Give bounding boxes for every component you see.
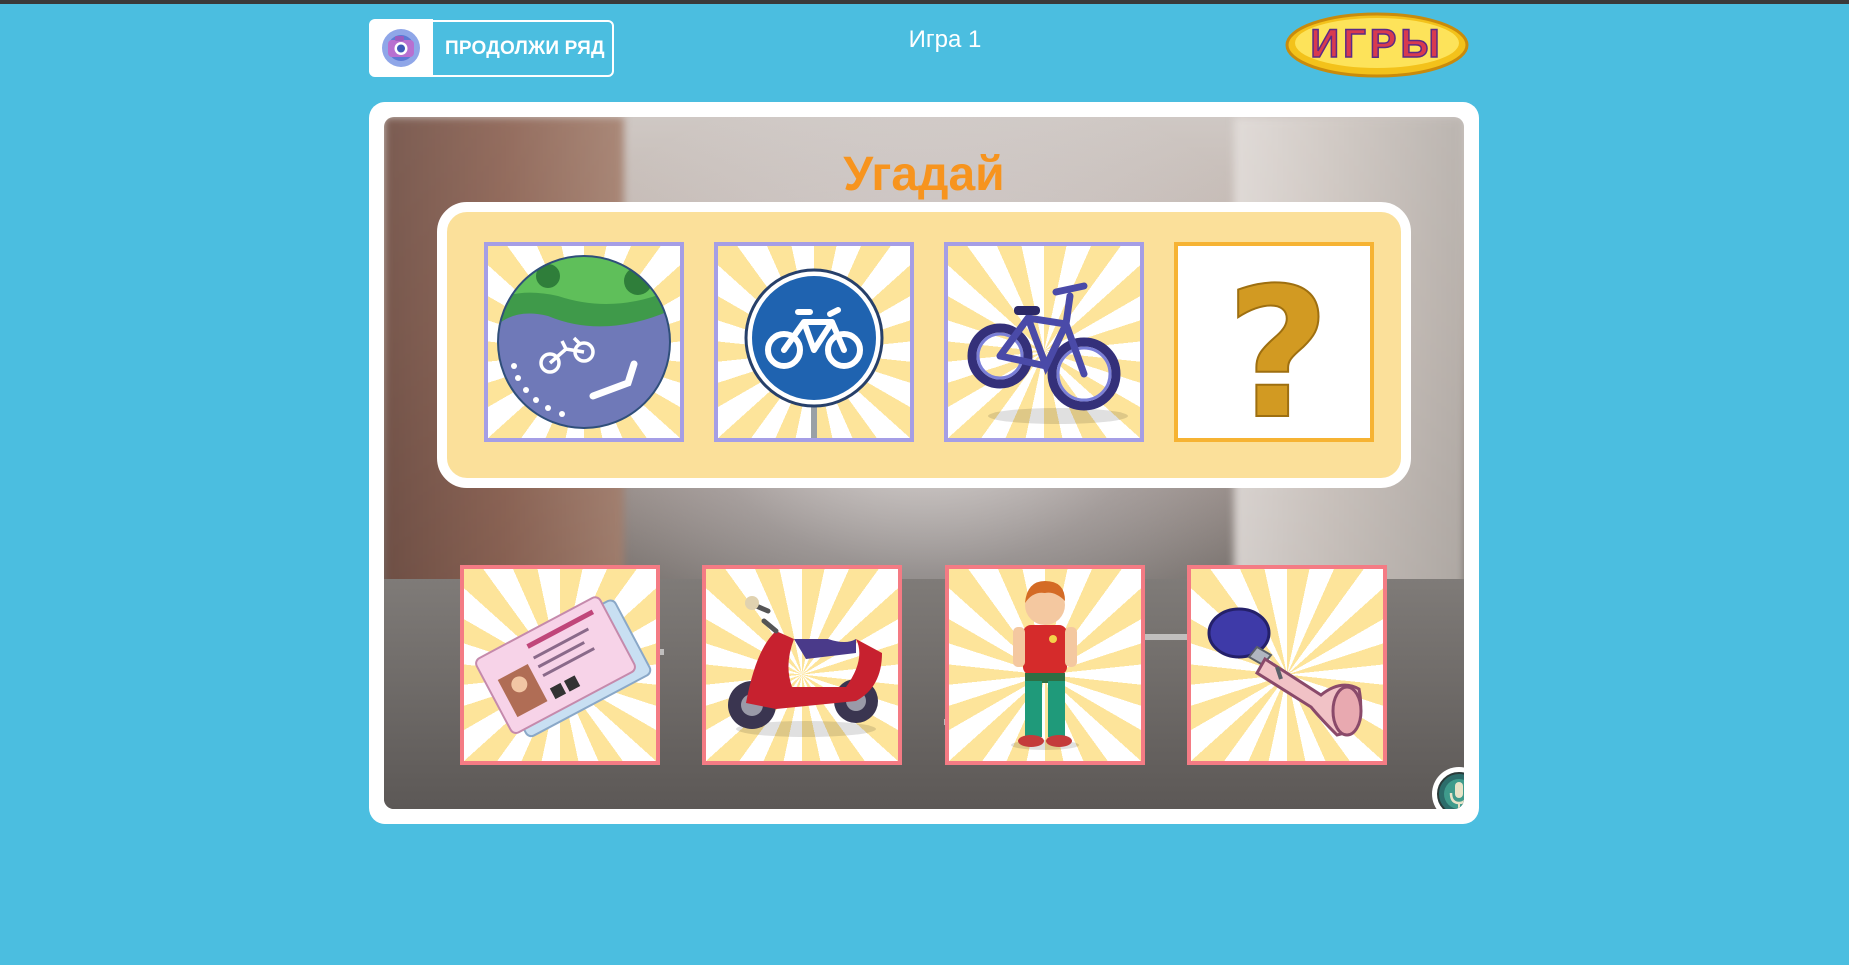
- option-card-scooter[interactable]: [702, 565, 902, 765]
- game-board: Угадай ?: [369, 102, 1479, 824]
- driver-license-image: [475, 596, 652, 738]
- games-logo[interactable]: ИГРЫ: [1285, 12, 1470, 78]
- game-icon-box: [369, 19, 433, 76]
- bike-lane-image: [497, 255, 671, 429]
- game-number-title: Игра 1: [908, 26, 982, 53]
- street-scene-background: Угадай ?: [384, 117, 1464, 809]
- logo-text: ИГРЫ: [1310, 22, 1443, 66]
- game-name-label: ПРОДОЛЖИ РЯД: [445, 37, 605, 59]
- game-name-button[interactable]: ПРОДОЛЖИ РЯД: [369, 19, 614, 77]
- voice-button[interactable]: [1432, 767, 1464, 809]
- sequence-card-bicycle: [944, 242, 1144, 442]
- option-card-driver-license[interactable]: [460, 565, 660, 765]
- microphone-icon: [1437, 772, 1464, 809]
- bicycle-horn-image: [1207, 607, 1363, 737]
- sequence-panel: ?: [437, 202, 1411, 488]
- option-card-horn[interactable]: [1187, 565, 1387, 765]
- bicycle-image: [967, 282, 1128, 424]
- games-logo-image: ИГРЫ: [1285, 12, 1469, 78]
- puzzle-title: Угадай: [843, 148, 1005, 201]
- svg-text:?: ?: [1226, 250, 1330, 438]
- sequence-card-question: ?: [1174, 242, 1374, 442]
- boy-image: [1011, 581, 1079, 750]
- bicycle-sign-image: [744, 268, 884, 438]
- sequence-card-bike-lane: [484, 242, 684, 442]
- camera-globe-icon: [382, 28, 420, 67]
- window-top-border: [0, 0, 1849, 4]
- scooter-image: [728, 596, 882, 737]
- option-card-boy[interactable]: [945, 565, 1145, 765]
- question-mark-icon: ?: [1225, 249, 1331, 438]
- sequence-card-bike-sign: [714, 242, 914, 442]
